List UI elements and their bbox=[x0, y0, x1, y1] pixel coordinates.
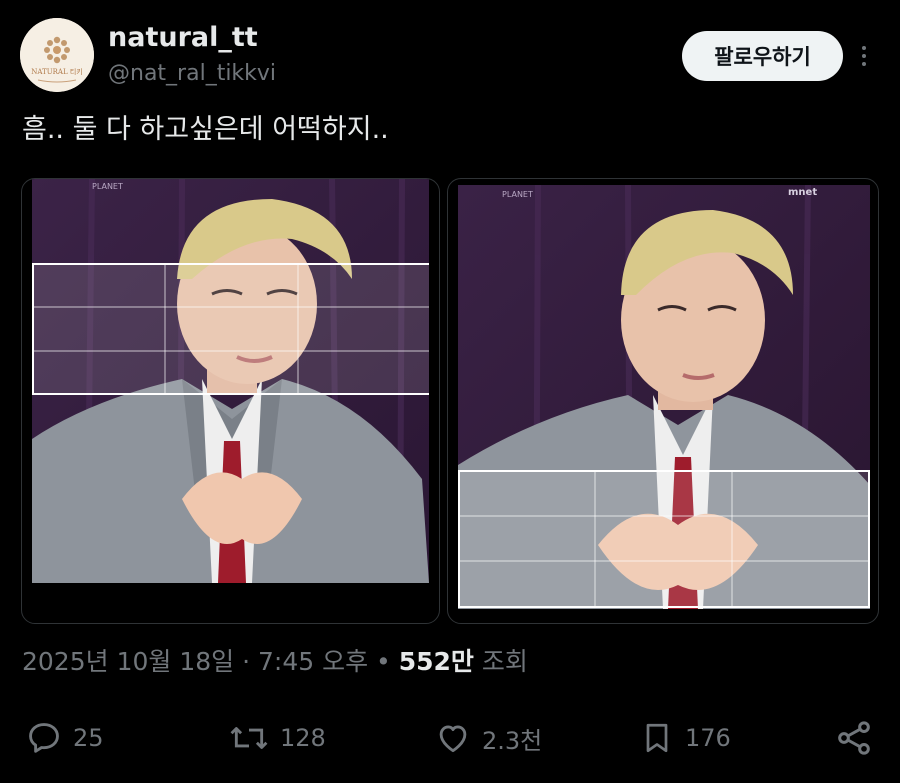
tweet: NATURAL 티키 natural_tt @nat_ral_tikkvi 팔로… bbox=[0, 0, 900, 783]
bookmark-icon bbox=[646, 723, 668, 753]
views-count[interactable]: 552만 bbox=[399, 647, 474, 676]
tweet-date[interactable]: 2025년 10월 18일 bbox=[22, 647, 234, 676]
reply-button[interactable]: 25 bbox=[25, 716, 104, 760]
bookmark-button[interactable]: 176 bbox=[639, 716, 731, 760]
share-button[interactable] bbox=[834, 716, 874, 760]
retweet-button[interactable]: 128 bbox=[228, 716, 326, 760]
tweet-meta: 2025년 10월 18일 · 7:45 오후 • 552만 조회 bbox=[22, 644, 528, 680]
svg-text:PLANET: PLANET bbox=[502, 190, 533, 199]
like-button[interactable]: 2.3천 bbox=[434, 716, 542, 760]
like-count: 2.3천 bbox=[482, 726, 543, 755]
media-image-2[interactable]: PLANET mnet bbox=[447, 178, 879, 624]
tweet-text: 흠.. 둘 다 하고싶은데 어떡하지.. bbox=[22, 114, 389, 145]
handle[interactable]: @nat_ral_tikkvi bbox=[108, 58, 276, 90]
author-names: natural_tt @nat_ral_tikkvi bbox=[108, 20, 276, 90]
heart-icon bbox=[439, 725, 467, 753]
meta-separator: · bbox=[242, 647, 251, 676]
svg-text:mnet: mnet bbox=[788, 187, 817, 198]
follow-button[interactable]: 팔로우하기 bbox=[682, 31, 843, 81]
reply-icon bbox=[29, 723, 59, 753]
svg-text:PLANET: PLANET bbox=[92, 182, 123, 191]
retweet-icon bbox=[230, 727, 268, 749]
share-icon bbox=[838, 721, 870, 755]
svg-text:NATURAL 티키: NATURAL 티키 bbox=[31, 67, 82, 76]
meta-bullet: • bbox=[376, 647, 391, 676]
media-image-1[interactable]: PLANET bbox=[21, 178, 440, 624]
more-options-icon[interactable] bbox=[852, 40, 876, 72]
tweet-time[interactable]: 7:45 오후 bbox=[258, 647, 368, 676]
avatar[interactable]: NATURAL 티키 bbox=[20, 18, 94, 92]
views-label: 조회 bbox=[481, 647, 528, 676]
reply-count: 25 bbox=[73, 724, 104, 752]
display-name[interactable]: natural_tt bbox=[108, 20, 276, 56]
retweet-count: 128 bbox=[280, 724, 326, 752]
photo-right: PLANET mnet bbox=[458, 185, 870, 609]
bookmark-count: 176 bbox=[685, 724, 731, 752]
photo-left: PLANET bbox=[32, 179, 429, 583]
